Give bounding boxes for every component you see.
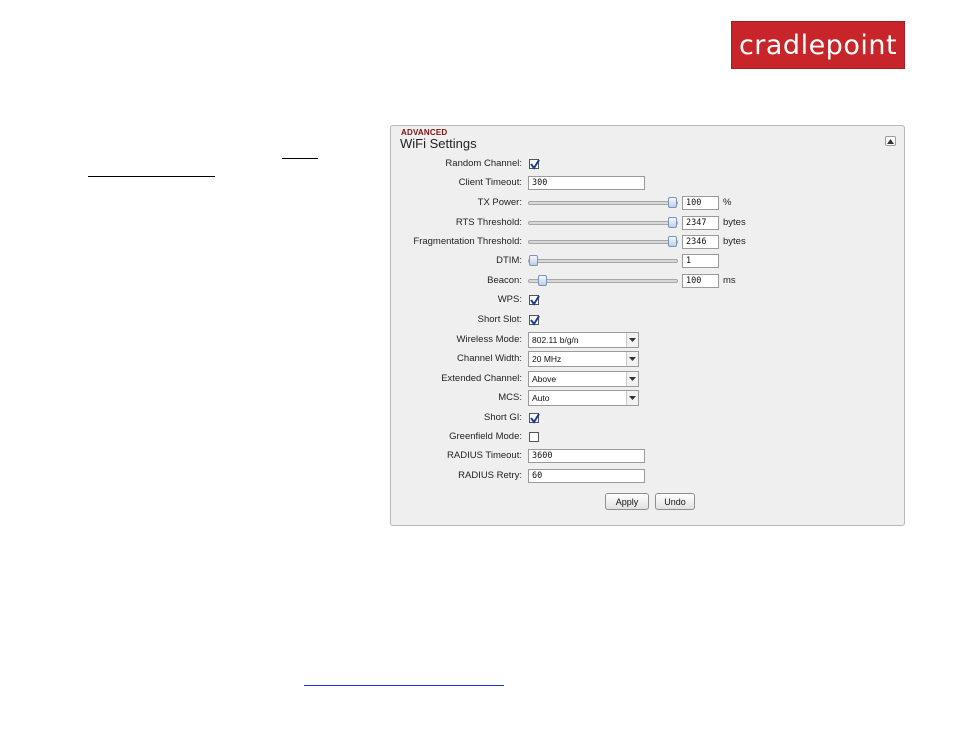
row-rts-threshold: RTS Threshold: 2347 bytes	[391, 215, 904, 231]
radius-timeout-input[interactable]: 3600	[528, 449, 645, 463]
mcs-select[interactable]: Auto	[528, 390, 639, 406]
tx-power-slider-thumb[interactable]	[668, 197, 677, 208]
short-slot-label: Short Slot:	[477, 314, 522, 325]
chevron-down-icon[interactable]	[626, 391, 638, 405]
fragmentation-threshold-label: Fragmentation Threshold:	[413, 236, 522, 247]
chevron-down-icon[interactable]	[626, 352, 638, 366]
client-timeout-input[interactable]: 300	[528, 176, 645, 190]
wireless-mode-label: Wireless Mode:	[456, 334, 522, 345]
undo-button[interactable]: Undo	[655, 493, 695, 510]
wireless-mode-value: 802.11 b/g/n	[532, 335, 579, 345]
row-wireless-mode: Wireless Mode: 802.11 b/g/n	[391, 332, 904, 348]
radius-retry-input[interactable]: 60	[528, 469, 645, 483]
radius-timeout-label: RADIUS Timeout:	[447, 450, 522, 461]
client-timeout-label: Client Timeout:	[458, 177, 522, 188]
short-gi-checkbox[interactable]	[529, 413, 540, 424]
row-tx-power: TX Power: 100 %	[391, 195, 904, 211]
beacon-input[interactable]: 100	[682, 274, 719, 288]
collapse-up-icon[interactable]	[885, 136, 896, 146]
extended-channel-value: Above	[532, 374, 557, 384]
row-wps: WPS:	[391, 292, 904, 308]
greenfield-mode-label: Greenfield Mode:	[449, 431, 522, 442]
cradlepoint-logo: cradlepoint	[731, 21, 905, 69]
wps-checkbox[interactable]	[529, 295, 540, 306]
chevron-down-icon[interactable]	[626, 372, 638, 386]
row-random-channel: Random Channel:	[391, 156, 904, 172]
row-beacon: Beacon: 100 ms	[391, 273, 904, 289]
fragmentation-threshold-slider-track[interactable]	[528, 240, 678, 244]
channel-width-value: 20 MHz	[532, 354, 562, 364]
random-channel-label: Random Channel:	[445, 158, 522, 169]
tx-power-unit: %	[723, 197, 732, 208]
wps-label: WPS:	[497, 294, 522, 305]
dtim-label: DTIM:	[496, 255, 522, 266]
wireless-mode-select[interactable]: 802.11 b/g/n	[528, 332, 639, 348]
extended-channel-label: Extended Channel:	[441, 373, 522, 384]
short-slot-checkbox[interactable]	[529, 315, 540, 326]
dtim-slider-thumb[interactable]	[529, 255, 538, 266]
tx-power-input[interactable]: 100	[682, 196, 719, 210]
row-short-gi: Short GI:	[391, 410, 904, 426]
channel-width-label: Channel Width:	[457, 353, 522, 364]
extended-channel-select[interactable]: Above	[528, 371, 639, 387]
fragmentation-threshold-slider-thumb[interactable]	[668, 236, 677, 247]
rts-threshold-label: RTS Threshold:	[455, 217, 522, 228]
rts-threshold-slider-track[interactable]	[528, 221, 678, 225]
rts-threshold-slider-thumb[interactable]	[668, 217, 677, 228]
radius-retry-label: RADIUS Retry:	[458, 470, 522, 481]
beacon-unit: ms	[723, 275, 736, 286]
row-channel-width: Channel Width: 20 MHz	[391, 351, 904, 367]
beacon-slider-thumb[interactable]	[538, 275, 547, 286]
chevron-down-icon[interactable]	[626, 333, 638, 347]
dtim-input[interactable]: 1	[682, 254, 719, 268]
row-radius-retry: RADIUS Retry: 60	[391, 468, 904, 484]
dtim-slider-track[interactable]	[528, 259, 678, 263]
row-radius-timeout: RADIUS Timeout: 3600	[391, 448, 904, 464]
row-short-slot: Short Slot:	[391, 312, 904, 328]
tx-power-slider-track[interactable]	[528, 201, 678, 205]
random-channel-checkbox[interactable]	[529, 159, 540, 170]
fragmentation-threshold-unit: bytes	[723, 236, 746, 247]
row-extended-channel: Extended Channel: Above	[391, 371, 904, 387]
underline-fragment	[282, 158, 318, 159]
row-dtim: DTIM: 1	[391, 253, 904, 269]
row-greenfield-mode: Greenfield Mode:	[391, 429, 904, 445]
beacon-label: Beacon:	[487, 275, 522, 286]
logo-text: cradlepoint	[738, 29, 898, 61]
short-gi-label: Short GI:	[483, 412, 522, 423]
link-underline[interactable]	[304, 685, 504, 686]
row-fragmentation-threshold: Fragmentation Threshold: 2346 bytes	[391, 234, 904, 250]
mcs-value: Auto	[532, 393, 550, 403]
row-client-timeout: Client Timeout: 300	[391, 175, 904, 191]
underline-fragment	[88, 176, 215, 177]
beacon-slider-track[interactable]	[528, 279, 678, 283]
rts-threshold-unit: bytes	[723, 217, 746, 228]
wifi-settings-panel: ADVANCED WiFi Settings Random Channel: C…	[390, 125, 905, 526]
fragmentation-threshold-input[interactable]: 2346	[682, 235, 719, 249]
mcs-label: MCS:	[498, 392, 522, 403]
channel-width-select[interactable]: 20 MHz	[528, 351, 639, 367]
row-mcs: MCS: Auto	[391, 390, 904, 406]
tx-power-label: TX Power:	[477, 197, 522, 208]
greenfield-mode-checkbox[interactable]	[529, 432, 539, 442]
apply-button[interactable]: Apply	[605, 493, 649, 510]
panel-title: WiFi Settings	[400, 136, 477, 151]
rts-threshold-input[interactable]: 2347	[682, 216, 719, 230]
